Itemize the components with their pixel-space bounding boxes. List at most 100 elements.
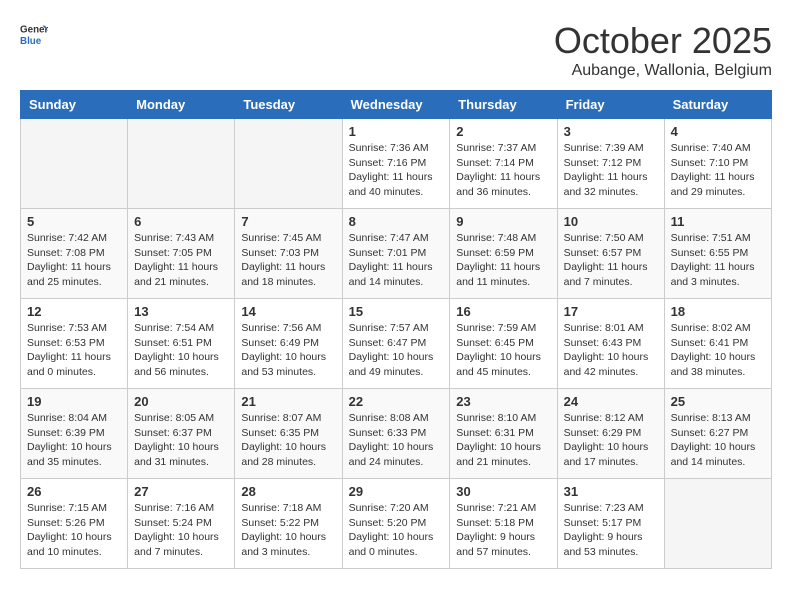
day-info: Sunrise: 7:36 AMSunset: 7:16 PMDaylight:… xyxy=(349,141,444,200)
sunset-text: Sunset: 7:03 PM xyxy=(241,246,335,261)
daylight-text: Daylight: 10 hours and 7 minutes. xyxy=(134,530,228,559)
sunset-text: Sunset: 6:49 PM xyxy=(241,336,335,351)
day-info: Sunrise: 7:51 AMSunset: 6:55 PMDaylight:… xyxy=(671,231,765,290)
day-cell xyxy=(21,119,128,209)
day-cell: 5 Sunrise: 7:42 AMSunset: 7:08 PMDaylight… xyxy=(21,209,128,299)
day-number: 18 xyxy=(671,304,765,319)
daylight-text: Daylight: 11 hours and 36 minutes. xyxy=(456,170,550,199)
day-info: Sunrise: 7:43 AMSunset: 7:05 PMDaylight:… xyxy=(134,231,228,290)
sunset-text: Sunset: 6:35 PM xyxy=(241,426,335,441)
day-number: 15 xyxy=(349,304,444,319)
day-info: Sunrise: 7:48 AMSunset: 6:59 PMDaylight:… xyxy=(456,231,550,290)
day-info: Sunrise: 7:50 AMSunset: 6:57 PMDaylight:… xyxy=(564,231,658,290)
week-row-3: 12Sunrise: 7:53 AMSunset: 6:53 PMDayligh… xyxy=(21,299,772,389)
daylight-text: Daylight: 10 hours and 53 minutes. xyxy=(241,350,335,379)
day-info: Sunrise: 7:37 AMSunset: 7:14 PMDaylight:… xyxy=(456,141,550,200)
day-cell: 4 Sunrise: 7:40 AMSunset: 7:10 PMDaylight… xyxy=(664,119,771,209)
weekday-header-thursday: Thursday xyxy=(450,91,557,119)
sunset-text: Sunset: 6:43 PM xyxy=(564,336,658,351)
day-number: 7 xyxy=(241,214,335,229)
day-info: Sunrise: 7:21 AMSunset: 5:18 PMDaylight:… xyxy=(456,501,550,560)
day-info: Sunrise: 7:39 AMSunset: 7:12 PMDaylight:… xyxy=(564,141,658,200)
day-cell: 1 Sunrise: 7:36 AMSunset: 7:16 PMDaylight… xyxy=(342,119,450,209)
daylight-text: Daylight: 10 hours and 45 minutes. xyxy=(456,350,550,379)
day-info: Sunrise: 7:15 AMSunset: 5:26 PMDaylight:… xyxy=(27,501,121,560)
sunrise-text: Sunrise: 7:45 AM xyxy=(241,231,335,246)
day-info: Sunrise: 7:40 AMSunset: 7:10 PMDaylight:… xyxy=(671,141,765,200)
day-number: 28 xyxy=(241,484,335,499)
sunset-text: Sunset: 5:20 PM xyxy=(349,516,444,531)
day-info: Sunrise: 7:23 AMSunset: 5:17 PMDaylight:… xyxy=(564,501,658,560)
sunrise-text: Sunrise: 7:59 AM xyxy=(456,321,550,336)
day-cell: 23Sunrise: 8:10 AMSunset: 6:31 PMDayligh… xyxy=(450,389,557,479)
day-number: 21 xyxy=(241,394,335,409)
weekday-header-wednesday: Wednesday xyxy=(342,91,450,119)
day-number: 16 xyxy=(456,304,550,319)
day-cell: 16 Sunrise: 7:59 AMSunset: 6:45 PMDayligh… xyxy=(450,299,557,389)
daylight-text: Daylight: 10 hours and 28 minutes. xyxy=(241,440,335,469)
day-number: 10 xyxy=(564,214,658,229)
day-cell: 11Sunrise: 7:51 AMSunset: 6:55 PMDayligh… xyxy=(664,209,771,299)
day-info: Sunrise: 7:42 AMSunset: 7:08 PMDaylight:… xyxy=(27,231,121,290)
day-number: 13 xyxy=(134,304,228,319)
day-info: Sunrise: 7:56 AMSunset: 6:49 PMDaylight:… xyxy=(241,321,335,380)
sunset-text: Sunset: 7:01 PM xyxy=(349,246,444,261)
day-info: Sunrise: 8:05 AMSunset: 6:37 PMDaylight:… xyxy=(134,411,228,470)
sunrise-text: Sunrise: 7:53 AM xyxy=(27,321,121,336)
daylight-text: Daylight: 10 hours and 31 minutes. xyxy=(134,440,228,469)
day-info: Sunrise: 7:59 AMSunset: 6:45 PMDaylight:… xyxy=(456,321,550,380)
day-info: Sunrise: 8:08 AMSunset: 6:33 PMDaylight:… xyxy=(349,411,444,470)
daylight-text: Daylight: 11 hours and 40 minutes. xyxy=(349,170,444,199)
sunrise-text: Sunrise: 8:05 AM xyxy=(134,411,228,426)
sunrise-text: Sunrise: 8:10 AM xyxy=(456,411,550,426)
day-cell: 13Sunrise: 7:54 AMSunset: 6:51 PMDayligh… xyxy=(128,299,235,389)
day-cell: 27Sunrise: 7:16 AMSunset: 5:24 PMDayligh… xyxy=(128,479,235,569)
day-cell: 19Sunrise: 8:04 AMSunset: 6:39 PMDayligh… xyxy=(21,389,128,479)
day-cell: 28 Sunrise: 7:18 AMSunset: 5:22 PMDayligh… xyxy=(235,479,342,569)
day-number: 5 xyxy=(27,214,121,229)
day-cell: 30 Sunrise: 7:21 AMSunset: 5:18 PMDayligh… xyxy=(450,479,557,569)
generalblue-logo-icon: General Blue xyxy=(20,20,48,48)
daylight-text: Daylight: 9 hours and 53 minutes. xyxy=(564,530,658,559)
day-number: 1 xyxy=(349,124,444,139)
sunrise-text: Sunrise: 7:18 AM xyxy=(241,501,335,516)
weekday-header-monday: Monday xyxy=(128,91,235,119)
logo: General Blue General Blue xyxy=(20,20,48,48)
day-info: Sunrise: 8:13 AMSunset: 6:27 PMDaylight:… xyxy=(671,411,765,470)
day-number: 31 xyxy=(564,484,658,499)
sunrise-text: Sunrise: 7:39 AM xyxy=(564,141,658,156)
daylight-text: Daylight: 10 hours and 35 minutes. xyxy=(27,440,121,469)
sunset-text: Sunset: 7:16 PM xyxy=(349,156,444,171)
sunrise-text: Sunrise: 7:48 AM xyxy=(456,231,550,246)
sunset-text: Sunset: 6:53 PM xyxy=(27,336,121,351)
daylight-text: Daylight: 9 hours and 57 minutes. xyxy=(456,530,550,559)
daylight-text: Daylight: 11 hours and 0 minutes. xyxy=(27,350,121,379)
title-area: October 2025 Aubange, Wallonia, Belgium xyxy=(554,20,772,80)
day-info: Sunrise: 7:18 AMSunset: 5:22 PMDaylight:… xyxy=(241,501,335,560)
day-number: 30 xyxy=(456,484,550,499)
day-info: Sunrise: 8:12 AMSunset: 6:29 PMDaylight:… xyxy=(564,411,658,470)
sunrise-text: Sunrise: 7:36 AM xyxy=(349,141,444,156)
day-cell: 25Sunrise: 8:13 AMSunset: 6:27 PMDayligh… xyxy=(664,389,771,479)
day-info: Sunrise: 8:10 AMSunset: 6:31 PMDaylight:… xyxy=(456,411,550,470)
day-cell: 12Sunrise: 7:53 AMSunset: 6:53 PMDayligh… xyxy=(21,299,128,389)
daylight-text: Daylight: 10 hours and 0 minutes. xyxy=(349,530,444,559)
sunrise-text: Sunrise: 7:54 AM xyxy=(134,321,228,336)
week-row-1: 1Sunrise: 7:36 AMSunset: 7:16 PMDaylight… xyxy=(21,119,772,209)
sunrise-text: Sunrise: 8:07 AM xyxy=(241,411,335,426)
day-number: 20 xyxy=(134,394,228,409)
location-subtitle: Aubange, Wallonia, Belgium xyxy=(554,62,772,80)
sunrise-text: Sunrise: 7:43 AM xyxy=(134,231,228,246)
daylight-text: Daylight: 10 hours and 3 minutes. xyxy=(241,530,335,559)
day-info: Sunrise: 8:04 AMSunset: 6:39 PMDaylight:… xyxy=(27,411,121,470)
sunset-text: Sunset: 7:05 PM xyxy=(134,246,228,261)
sunset-text: Sunset: 6:31 PM xyxy=(456,426,550,441)
daylight-text: Daylight: 10 hours and 42 minutes. xyxy=(564,350,658,379)
sunset-text: Sunset: 6:57 PM xyxy=(564,246,658,261)
sunset-text: Sunset: 6:27 PM xyxy=(671,426,765,441)
day-info: Sunrise: 7:53 AMSunset: 6:53 PMDaylight:… xyxy=(27,321,121,380)
sunrise-text: Sunrise: 7:23 AM xyxy=(564,501,658,516)
day-number: 4 xyxy=(671,124,765,139)
day-number: 3 xyxy=(564,124,658,139)
week-row-5: 26Sunrise: 7:15 AMSunset: 5:26 PMDayligh… xyxy=(21,479,772,569)
